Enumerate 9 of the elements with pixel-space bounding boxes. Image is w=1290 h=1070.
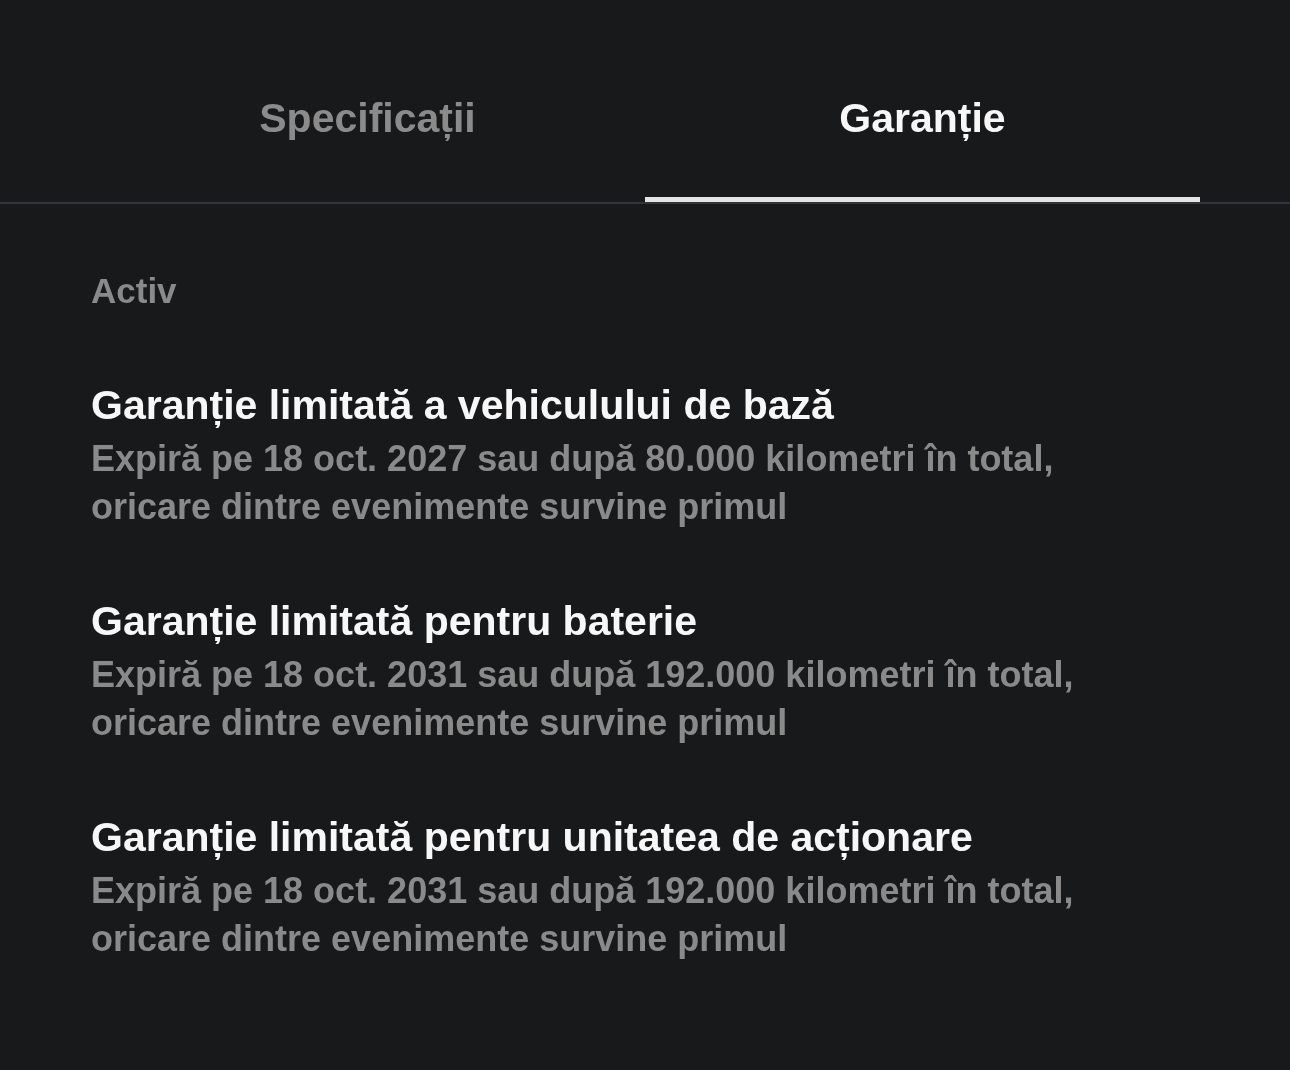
- warranty-title: Garanție limitată a vehiculului de bază: [91, 381, 835, 429]
- warranty-description: Expiră pe 18 oct. 2031 sau după 192.000 kilometri în total, oricare dintre evenimente survine primul: [91, 653, 1075, 745]
- section-heading: Activ: [91, 271, 178, 311]
- warranty-description: Expiră pe 18 oct. 2027 sau după 80.000 kilometri în total, oricare dintre evenimente survine primul: [91, 437, 1055, 529]
- warranty-title: Garanție limitată pentru baterie: [91, 597, 699, 645]
- warranty-description: Expiră pe 18 oct. 2031 sau după 192.000 kilometri în total, oricare dintre evenimente survine primul: [91, 869, 1075, 961]
- tab[interactable]: Specificații: [90, 0, 645, 202]
- tab[interactable]: Garanție: [645, 0, 1200, 202]
- warranty-title: Garanție limitată pentru unitatea de acționare: [91, 813, 974, 861]
